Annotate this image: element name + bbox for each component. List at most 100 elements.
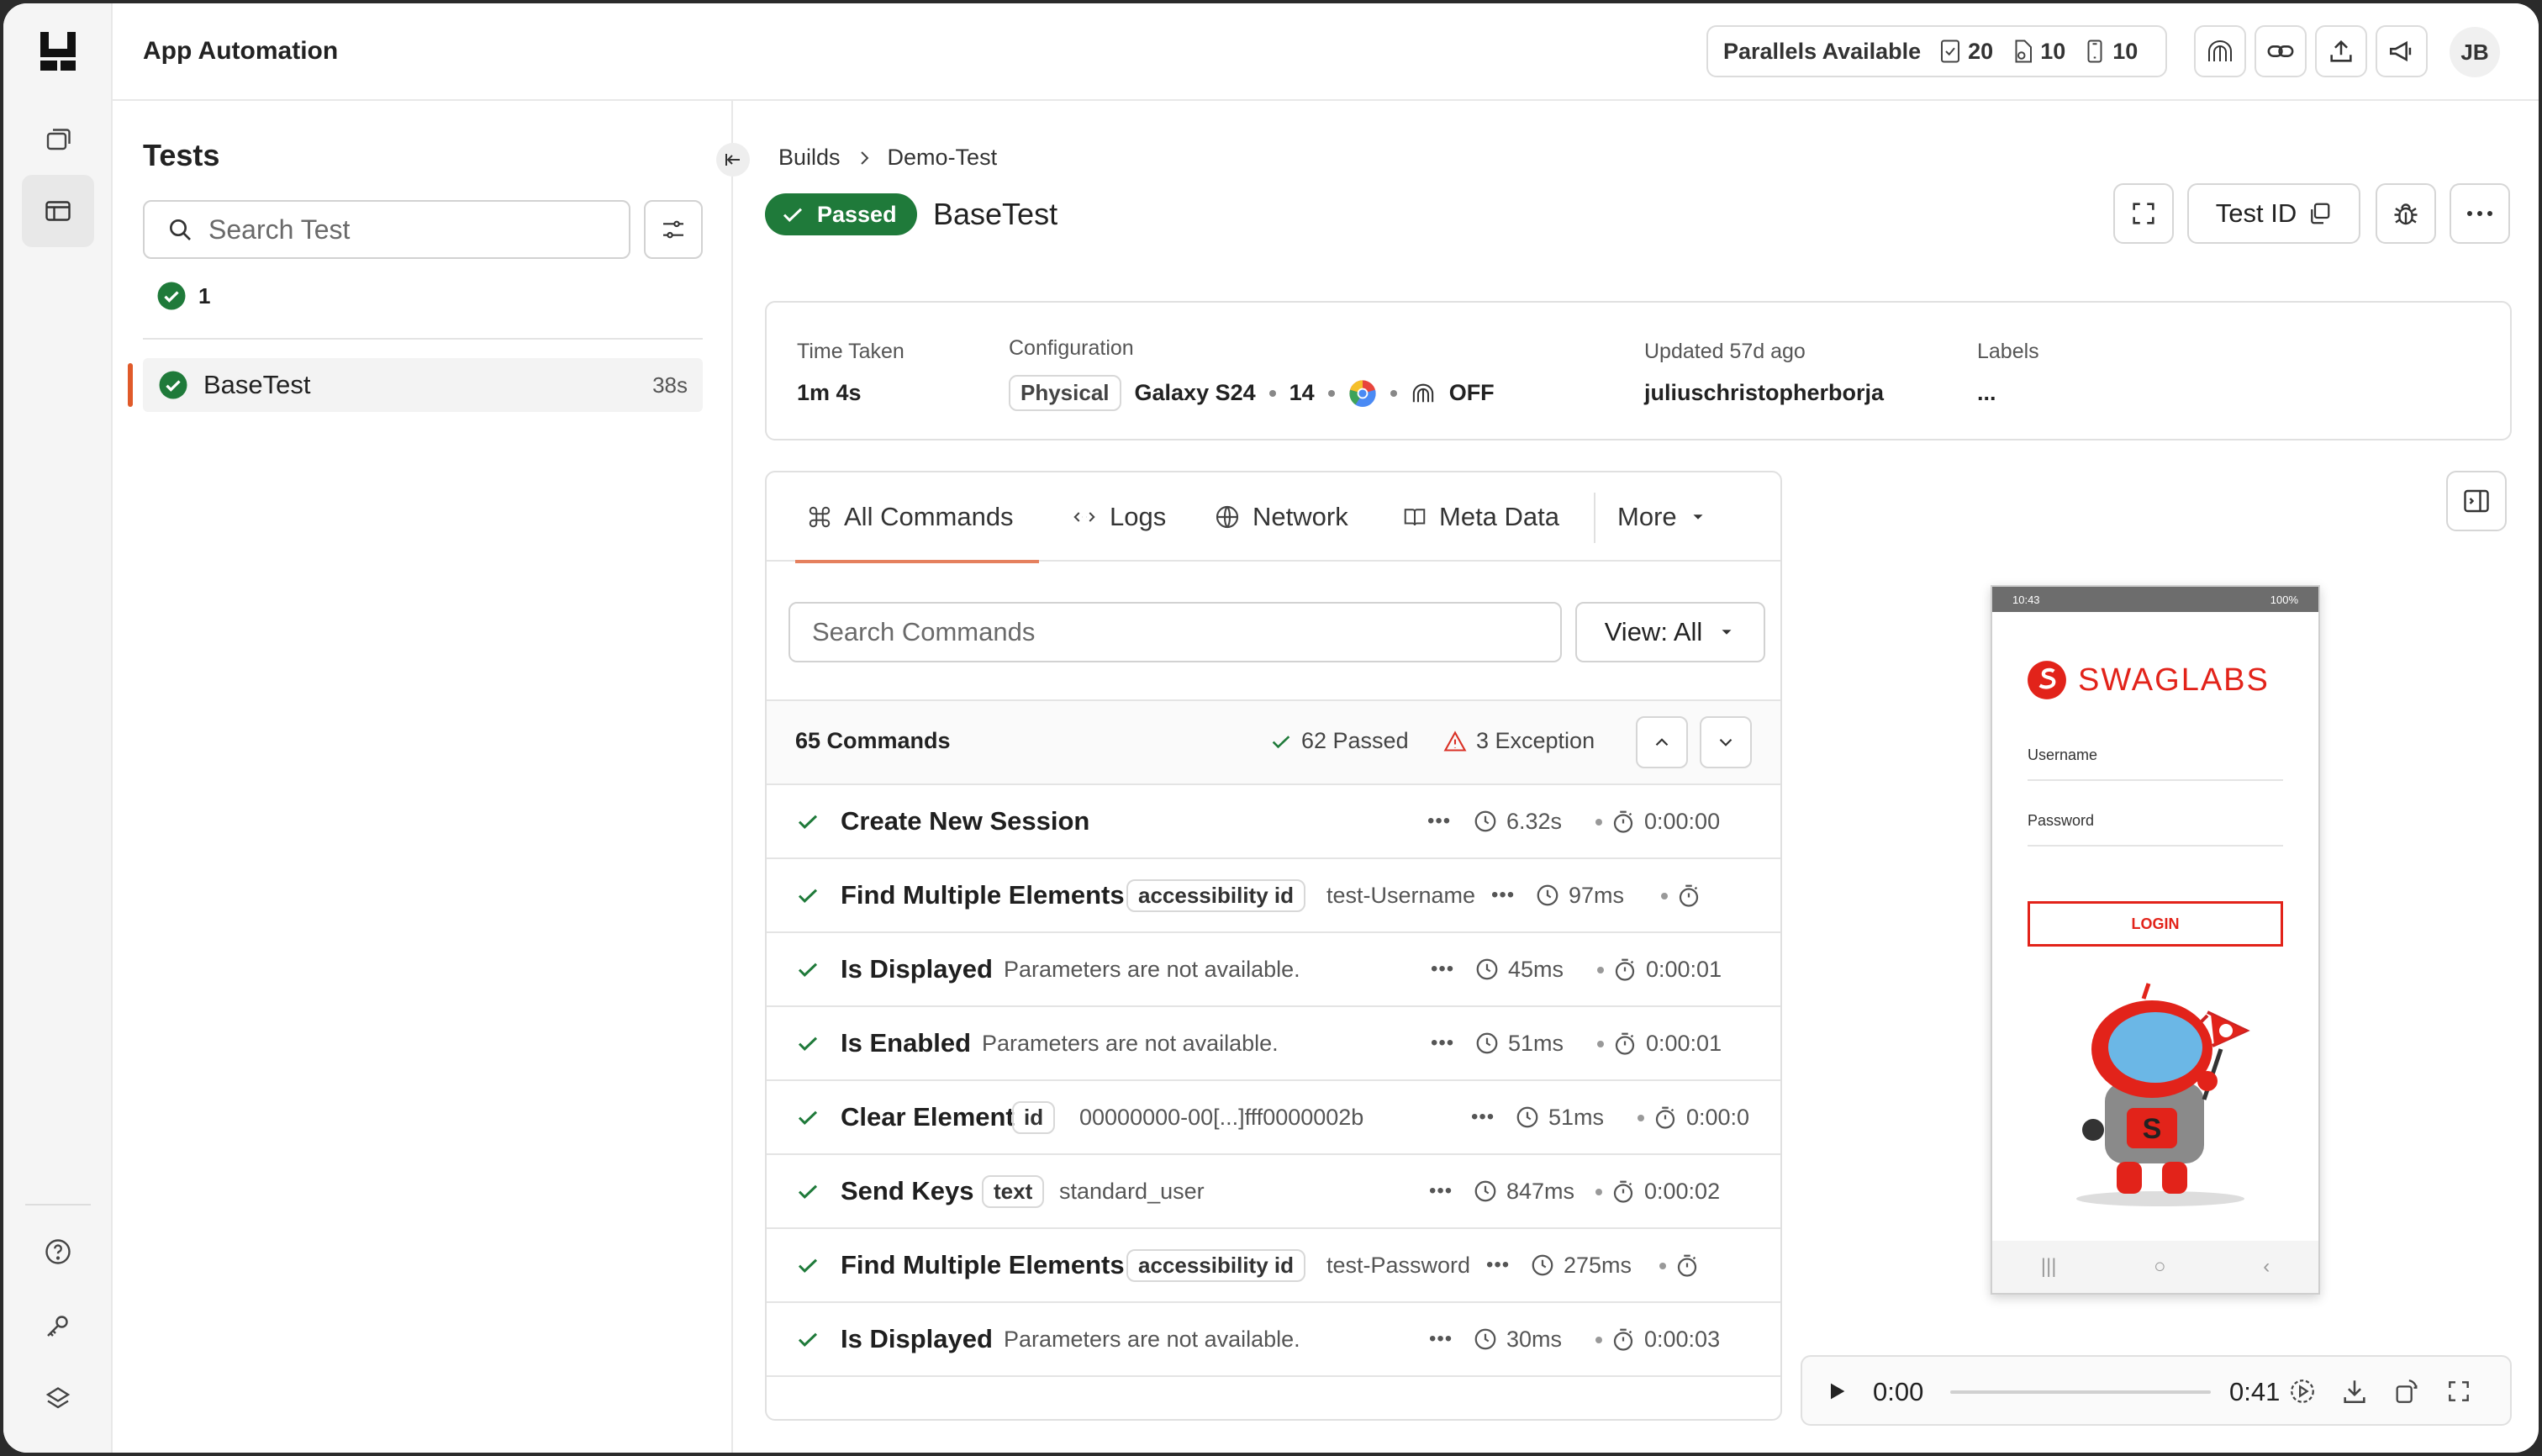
integrations-icon[interactable] <box>22 1364 94 1436</box>
command-row[interactable]: Clear Element id 00000000-00[...]fff000000… <box>767 1081 1780 1155</box>
more-horizontal-icon[interactable]: ••• <box>1427 785 1451 857</box>
command-row[interactable]: Is Displayed Parameters are not available… <box>767 1303 1780 1377</box>
top-header: App Automation Parallels Available 20 10… <box>113 3 2539 101</box>
next-exception-button[interactable] <box>1700 716 1752 768</box>
more-options-button[interactable] <box>2450 183 2510 244</box>
device-screen[interactable]: 10:43 100% SWAGLABS Username Password LO… <box>1991 585 2320 1295</box>
page-title: BaseTest <box>933 197 1058 231</box>
help-icon[interactable] <box>22 1216 94 1288</box>
clock-icon <box>1474 1328 1496 1350</box>
command-elapsed <box>1674 1229 1708 1301</box>
megaphone-icon <box>2389 40 2412 62</box>
recents-nav-icon[interactable]: ||| <box>2041 1255 2057 1279</box>
more-horizontal-icon[interactable]: ••• <box>1429 1303 1453 1375</box>
tests-nav-icon[interactable] <box>22 175 94 247</box>
passed-filter-chip[interactable]: 1 <box>156 281 210 311</box>
tab-logs[interactable]: Logs <box>1071 472 1166 562</box>
configuration-value: Physical Galaxy S24 14 OFF <box>1009 375 1495 411</box>
side-panel-icon <box>2464 489 2489 513</box>
username-field[interactable]: Username <box>2028 746 2283 781</box>
command-name: Clear Element <box>841 1102 1015 1132</box>
search-commands-input[interactable] <box>812 617 1535 647</box>
video-fullscreen-button[interactable] <box>2441 1374 2476 1409</box>
command-row[interactable]: Is Enabled Parameters are not available. •… <box>767 1007 1780 1081</box>
check-icon <box>798 815 818 829</box>
labels-label: Labels <box>1977 340 2039 363</box>
announcements-button[interactable] <box>2376 25 2428 77</box>
command-row[interactable]: Is Displayed Parameters are not available… <box>767 933 1780 1007</box>
book-icon <box>1404 509 1426 526</box>
command-duration: 45ms <box>1474 933 1564 1005</box>
param-type-tag: id <box>1012 1081 1056 1153</box>
collapse-left-icon <box>725 154 740 166</box>
tab-divider <box>1594 493 1595 543</box>
command-elapsed: 0:00:0 <box>1653 1081 1749 1153</box>
collapse-panel-button[interactable] <box>716 143 750 177</box>
user-avatar[interactable]: JB <box>2450 27 2500 77</box>
parallel-count-web: 10 <box>2012 39 2065 65</box>
logo-icon[interactable] <box>39 30 77 72</box>
report-bug-button[interactable] <box>2376 183 2436 244</box>
test-id-button[interactable]: Test ID <box>2187 183 2360 244</box>
tab-network[interactable]: Network <box>1214 472 1348 562</box>
param-type-tag: text <box>982 1155 1045 1227</box>
clock-icon <box>1474 1180 1496 1202</box>
more-horizontal-icon[interactable]: ••• <box>1486 1229 1510 1301</box>
warning-triangle-icon <box>1443 730 1467 752</box>
command-duration: 51ms <box>1474 1007 1564 1079</box>
exception-count[interactable]: 3 Exception <box>1442 728 1595 754</box>
rotate-button[interactable] <box>2389 1374 2424 1409</box>
labels-value[interactable]: ... <box>1977 380 1996 406</box>
app-title: App Automation <box>143 37 339 65</box>
stopwatch-icon <box>1613 1328 1633 1351</box>
builds-nav-icon[interactable] <box>22 103 94 175</box>
play-button[interactable] <box>1819 1374 1854 1409</box>
tunnel-button[interactable] <box>2194 25 2246 77</box>
password-field[interactable]: Password <box>2028 812 2283 847</box>
key-icon[interactable] <box>22 1290 94 1362</box>
breadcrumb-builds[interactable]: Builds <box>778 145 841 171</box>
separator-dot <box>1327 389 1335 397</box>
tab-more[interactable]: More <box>1617 472 1707 562</box>
view-filter-select[interactable]: View: All <box>1575 602 1765 662</box>
tab-all-commands[interactable]: All Commands <box>795 472 1039 563</box>
search-test-input[interactable] <box>208 214 612 245</box>
test-list-item[interactable]: BaseTest 38s <box>128 358 703 412</box>
check-icon <box>798 1332 818 1347</box>
device-web-icon <box>2015 40 2033 63</box>
prev-exception-button[interactable] <box>1636 716 1688 768</box>
command-row[interactable]: Send Keys text standard_user ••• 847ms 0:00:0… <box>767 1155 1780 1229</box>
more-horizontal-icon[interactable]: ••• <box>1471 1081 1495 1153</box>
command-duration: 97ms <box>1535 859 1624 931</box>
toggle-side-panel-button[interactable] <box>2446 471 2507 531</box>
clock-icon <box>1476 1032 1498 1054</box>
command-row[interactable]: Find Multiple Elements accessibility id te… <box>767 1229 1780 1303</box>
tab-meta-data[interactable]: Meta Data <box>1402 472 1559 562</box>
chrome-browser-icon <box>1349 379 1376 407</box>
command-elapsed <box>1676 859 1710 931</box>
back-nav-icon[interactable]: ‹ <box>2263 1255 2270 1279</box>
video-seek-bar[interactable] <box>1950 1390 2211 1394</box>
download-button[interactable] <box>2337 1374 2372 1409</box>
more-horizontal-icon[interactable]: ••• <box>1429 1155 1453 1227</box>
command-row[interactable]: Find Multiple Elements accessibility id te… <box>767 859 1780 933</box>
test-duration: 38s <box>652 372 688 398</box>
video-current-time: 0:00 <box>1873 1377 1924 1406</box>
passed-count[interactable]: 62 Passed <box>1269 728 1409 754</box>
upload-button[interactable] <box>2315 25 2367 77</box>
more-horizontal-icon[interactable]: ••• <box>1431 1007 1454 1079</box>
filter-button[interactable] <box>644 200 703 259</box>
check-icon <box>798 1258 818 1273</box>
home-nav-icon[interactable]: ○ <box>2154 1255 2166 1279</box>
playback-speed-button[interactable] <box>2285 1374 2320 1409</box>
more-horizontal-icon[interactable]: ••• <box>1431 933 1454 1005</box>
video-total-time: 0:41 <box>2229 1377 2281 1406</box>
login-button[interactable]: LOGIN <box>2028 901 2283 947</box>
clock-icon <box>1516 1106 1538 1128</box>
more-horizontal-icon[interactable]: ••• <box>1491 859 1515 931</box>
command-row[interactable]: Create New Session ••• 6.32s 0:00:00 <box>767 785 1780 859</box>
status-check <box>795 1155 820 1227</box>
check-icon <box>798 1184 818 1199</box>
fullscreen-button[interactable] <box>2113 183 2174 244</box>
link-button[interactable] <box>2255 25 2307 77</box>
